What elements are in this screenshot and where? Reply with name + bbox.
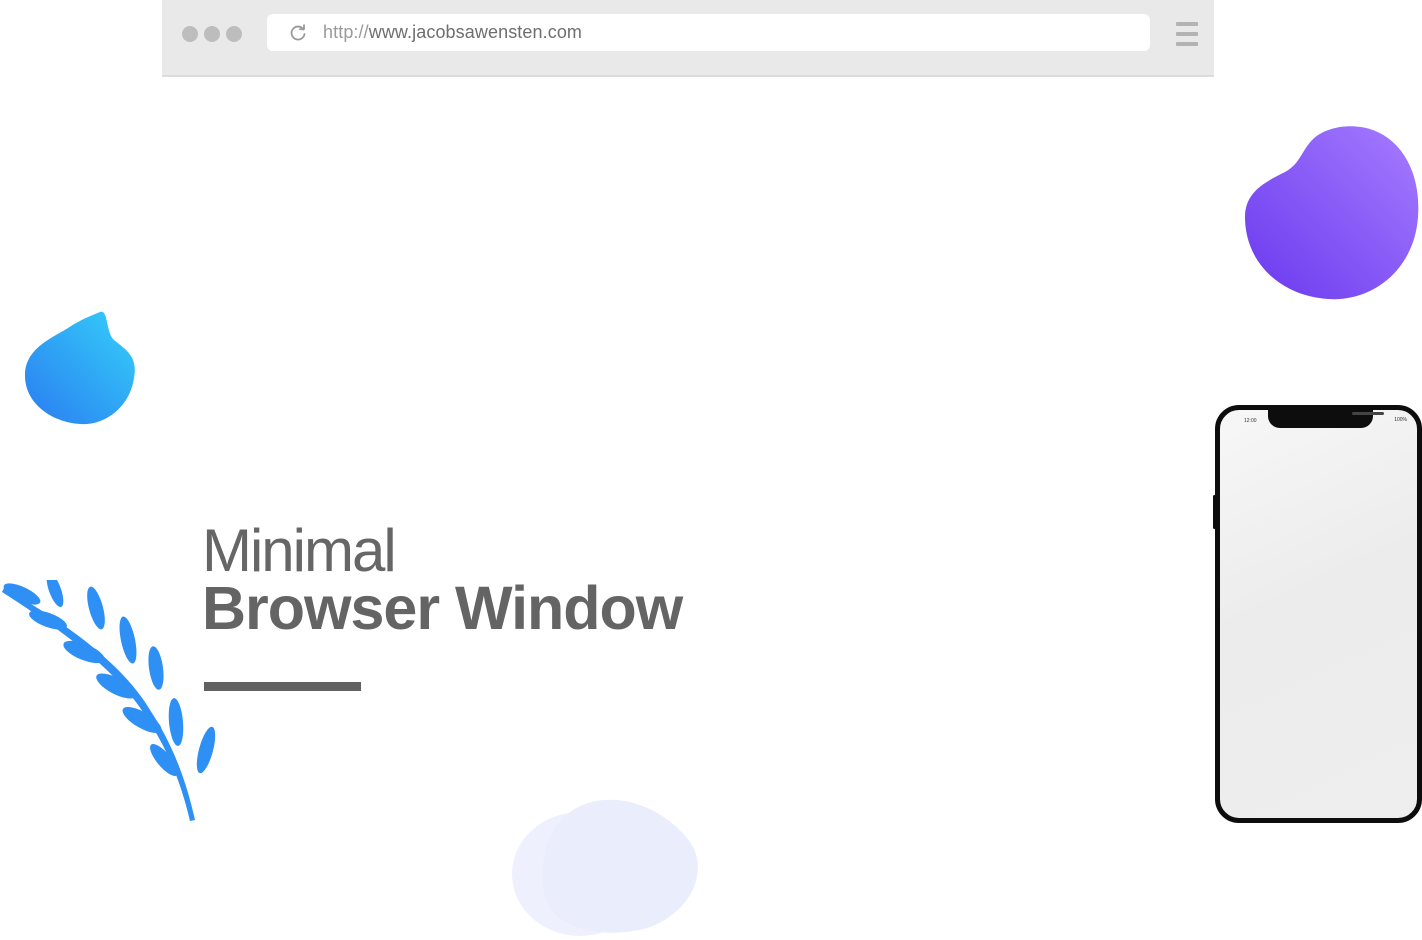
page-canvas: http://www.jacobsawensten.com Minimal Br… — [0, 0, 1422, 940]
window-control-dot-minimize[interactable] — [204, 26, 220, 42]
hamburger-menu-icon[interactable] — [1176, 22, 1198, 46]
url-host: www.jacobsawensten.com — [368, 22, 583, 42]
window-controls — [182, 26, 242, 42]
phone-status-battery: 100% — [1394, 417, 1407, 423]
phone-mockup: 12:00 100% — [1215, 405, 1422, 823]
phone-notch — [1268, 410, 1384, 428]
hero-underline-divider — [204, 682, 361, 691]
address-bar[interactable]: http://www.jacobsawensten.com — [267, 14, 1150, 51]
window-control-dot-maximize[interactable] — [226, 26, 242, 42]
url-scheme: http:// — [323, 22, 369, 42]
browser-toolbar: http://www.jacobsawensten.com — [162, 0, 1214, 77]
leaf-branch-illustration — [2, 580, 216, 821]
blue-blob-shape — [24, 311, 135, 425]
hero-title-bold: Browser Window — [202, 574, 683, 642]
window-control-dot-close[interactable] — [182, 26, 198, 42]
pale-blob-shape — [512, 799, 698, 936]
reload-icon[interactable] — [287, 22, 309, 44]
phone-speaker — [1352, 412, 1384, 415]
address-bar-url: http://www.jacobsawensten.com — [323, 22, 582, 43]
purple-blob-shape — [1245, 126, 1419, 300]
phone-status-time: 12:00 — [1244, 418, 1257, 424]
